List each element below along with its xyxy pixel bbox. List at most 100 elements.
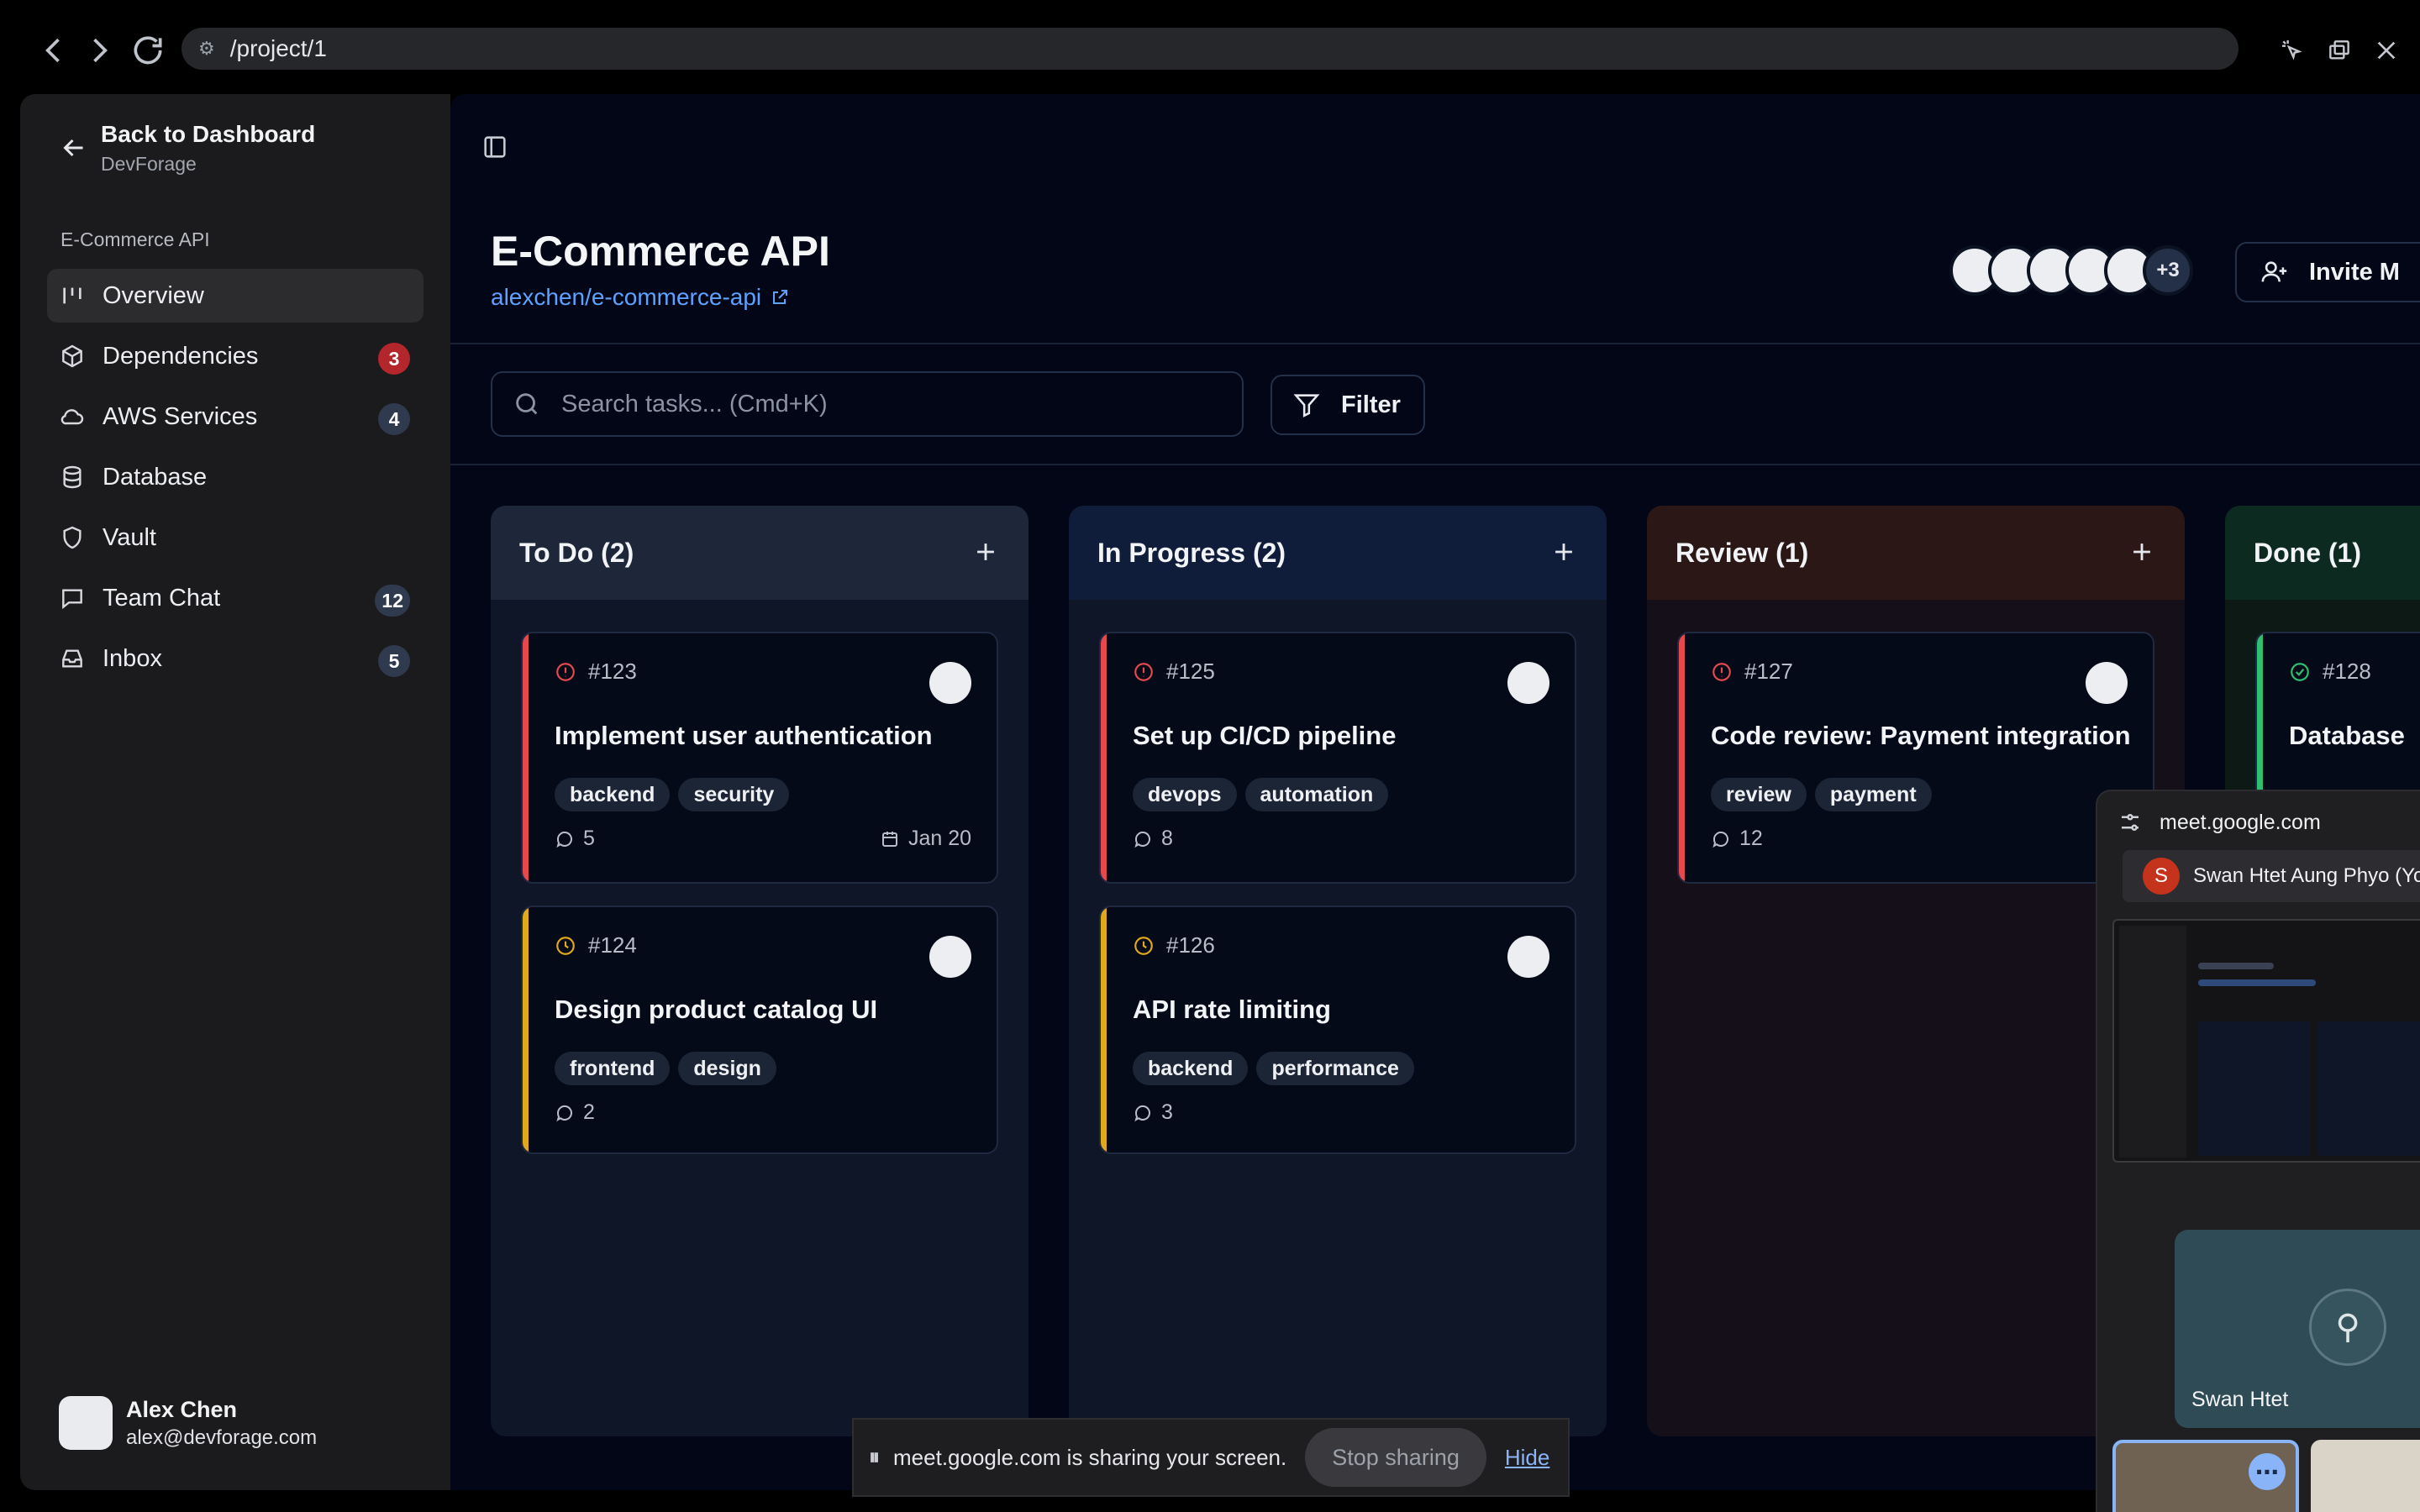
tag-list: devops automation bbox=[1133, 778, 1397, 811]
sidebar-item-overview[interactable]: Overview bbox=[47, 269, 424, 323]
stop-sharing-button[interactable]: Stop sharing bbox=[1305, 1428, 1486, 1487]
database-icon bbox=[59, 464, 86, 491]
self-video-tile[interactable]: ⋯ bbox=[2112, 1440, 2299, 1512]
comment-icon bbox=[555, 829, 575, 849]
task-card[interactable]: #126 API rate limiting backend performan… bbox=[1099, 906, 1576, 1154]
sidebar-item-label: Database bbox=[103, 463, 208, 491]
alert-circle-icon bbox=[1711, 661, 1733, 683]
cursor-select-icon[interactable] bbox=[2269, 30, 2316, 71]
avatar bbox=[929, 662, 971, 704]
back-label: Back to Dashboard bbox=[101, 121, 316, 147]
tag: backend bbox=[1133, 1052, 1249, 1085]
project-label: E-Commerce API bbox=[60, 228, 210, 250]
comment-icon bbox=[1711, 829, 1731, 849]
priority-bar bbox=[1101, 907, 1107, 1152]
avatar bbox=[929, 936, 971, 978]
close-window-icon[interactable] bbox=[2363, 30, 2410, 71]
priority-bar bbox=[523, 633, 529, 882]
task-card[interactable]: #125 Set up CI/CD pipeline devops automa… bbox=[1099, 632, 1576, 884]
repo-link[interactable]: alexchen/e-commerce-api bbox=[491, 284, 790, 311]
sidebar-item-aws-services[interactable]: AWS Services 4 bbox=[47, 390, 424, 444]
avatar bbox=[1507, 936, 1549, 978]
due-date: Jan 20 bbox=[880, 827, 971, 851]
task-id: #123 bbox=[555, 659, 637, 685]
avatar: S bbox=[2143, 858, 2180, 895]
meet-popup: meet.google.com S Swan Htet Aung Phyo (Y… bbox=[2096, 790, 2420, 1512]
search-input[interactable]: Search tasks... (Cmd+K) bbox=[491, 371, 1244, 437]
add-task-icon[interactable] bbox=[971, 538, 1000, 566]
avatar bbox=[59, 1396, 113, 1450]
forward-nav-icon[interactable] bbox=[81, 32, 118, 69]
user-email: alex@devforage.com bbox=[126, 1425, 318, 1449]
more-options-icon[interactable]: ⋯ bbox=[2249, 1453, 2286, 1490]
user-profile[interactable]: Alex Chen alex@devforage.com bbox=[59, 1396, 317, 1450]
drag-handle-icon[interactable]: ⏸ bbox=[869, 1444, 880, 1471]
tune-icon[interactable] bbox=[2118, 810, 2143, 835]
column-title: To Do (2) bbox=[519, 537, 634, 568]
tag-list: review payment bbox=[1711, 778, 1940, 811]
sidebar-item-label: AWS Services bbox=[103, 402, 258, 430]
tag-list: backend security bbox=[555, 778, 797, 811]
count-badge: 4 bbox=[378, 403, 410, 435]
sidebar-item-dependencies[interactable]: Dependencies 3 bbox=[47, 329, 424, 383]
filter-icon bbox=[1292, 391, 1321, 419]
tag: backend bbox=[555, 778, 671, 811]
column-title: Review (1) bbox=[1676, 537, 1809, 568]
task-card[interactable]: #124 Design product catalog UI frontend … bbox=[521, 906, 998, 1154]
clock-icon bbox=[1133, 935, 1155, 957]
address-bar[interactable]: ⚙︎ /project/1 bbox=[182, 28, 2238, 70]
add-task-icon[interactable] bbox=[2128, 538, 2156, 566]
tag: review bbox=[1711, 778, 1807, 811]
avatar bbox=[2086, 662, 2128, 704]
divider bbox=[450, 343, 2420, 344]
tag: design bbox=[678, 1052, 776, 1085]
column-title: Done (1) bbox=[2254, 537, 2361, 568]
column-header: Done (1) bbox=[2225, 506, 2420, 600]
add-task-icon[interactable] bbox=[1549, 538, 1578, 566]
video-tile[interactable] bbox=[2311, 1440, 2420, 1512]
participant-tile[interactable]: ⚲ Swan Htet bbox=[2175, 1230, 2420, 1428]
tag: frontend bbox=[555, 1052, 671, 1085]
sidebar-item-database[interactable]: Database bbox=[47, 450, 424, 504]
url-text: /project/1 bbox=[229, 35, 327, 61]
count-badge: 12 bbox=[375, 585, 410, 617]
comment-count: 2 bbox=[555, 1100, 595, 1125]
kanban-icon bbox=[59, 282, 86, 309]
member-avatars[interactable]: +3 bbox=[1949, 245, 2193, 296]
back-to-dashboard-link[interactable]: Back to Dashboard DevForage bbox=[59, 121, 315, 176]
inbox-icon bbox=[59, 645, 86, 672]
comment-icon bbox=[1133, 829, 1153, 849]
tag: automation bbox=[1244, 778, 1389, 811]
invite-member-button[interactable]: Invite M bbox=[2235, 242, 2420, 302]
sidebar-item-team-chat[interactable]: Team Chat 12 bbox=[47, 571, 424, 625]
column-title: In Progress (2) bbox=[1097, 537, 1286, 568]
task-id: #124 bbox=[555, 932, 637, 958]
screen-share-bar: ⏸ meet.google.com is sharing your screen… bbox=[852, 1418, 1570, 1497]
presenter-row[interactable]: S Swan Htet Aung Phyo (Yo bbox=[2123, 850, 2420, 902]
reload-icon[interactable] bbox=[129, 32, 166, 69]
search-placeholder: Search tasks... (Cmd+K) bbox=[561, 390, 828, 417]
sidebar-item-label: Overview bbox=[103, 281, 204, 309]
comment-count-text: 5 bbox=[583, 827, 595, 850]
filter-button[interactable]: Filter bbox=[1270, 375, 1425, 435]
task-card[interactable]: #127 Code review: Payment integration re… bbox=[1677, 632, 2154, 884]
site-settings-icon[interactable]: ⚙︎ bbox=[198, 39, 215, 60]
check-circle-icon bbox=[2289, 661, 2311, 683]
picture-in-picture-icon[interactable] bbox=[2316, 30, 2363, 71]
pin-icon[interactable]: ⚲ bbox=[2309, 1289, 2386, 1366]
sidebar-toggle-icon[interactable] bbox=[481, 133, 509, 161]
external-link-icon bbox=[770, 287, 790, 307]
sidebar-item-inbox[interactable]: Inbox 5 bbox=[47, 632, 424, 685]
priority-bar bbox=[523, 907, 529, 1152]
task-id-text: #127 bbox=[1744, 659, 1793, 684]
sidebar-item-vault[interactable]: Vault bbox=[47, 511, 424, 564]
comment-icon bbox=[1133, 1103, 1153, 1123]
shield-icon bbox=[59, 524, 86, 551]
arrow-left-icon bbox=[59, 133, 89, 163]
comment-icon bbox=[555, 1103, 575, 1123]
hide-link[interactable]: Hide bbox=[1505, 1445, 1549, 1471]
due-date-text: Jan 20 bbox=[908, 827, 971, 850]
task-card[interactable]: #123 Implement user authentication backe… bbox=[521, 632, 998, 884]
browser-toolbar: ⚙︎ /project/1 bbox=[0, 0, 2420, 92]
back-nav-icon[interactable] bbox=[35, 32, 72, 69]
